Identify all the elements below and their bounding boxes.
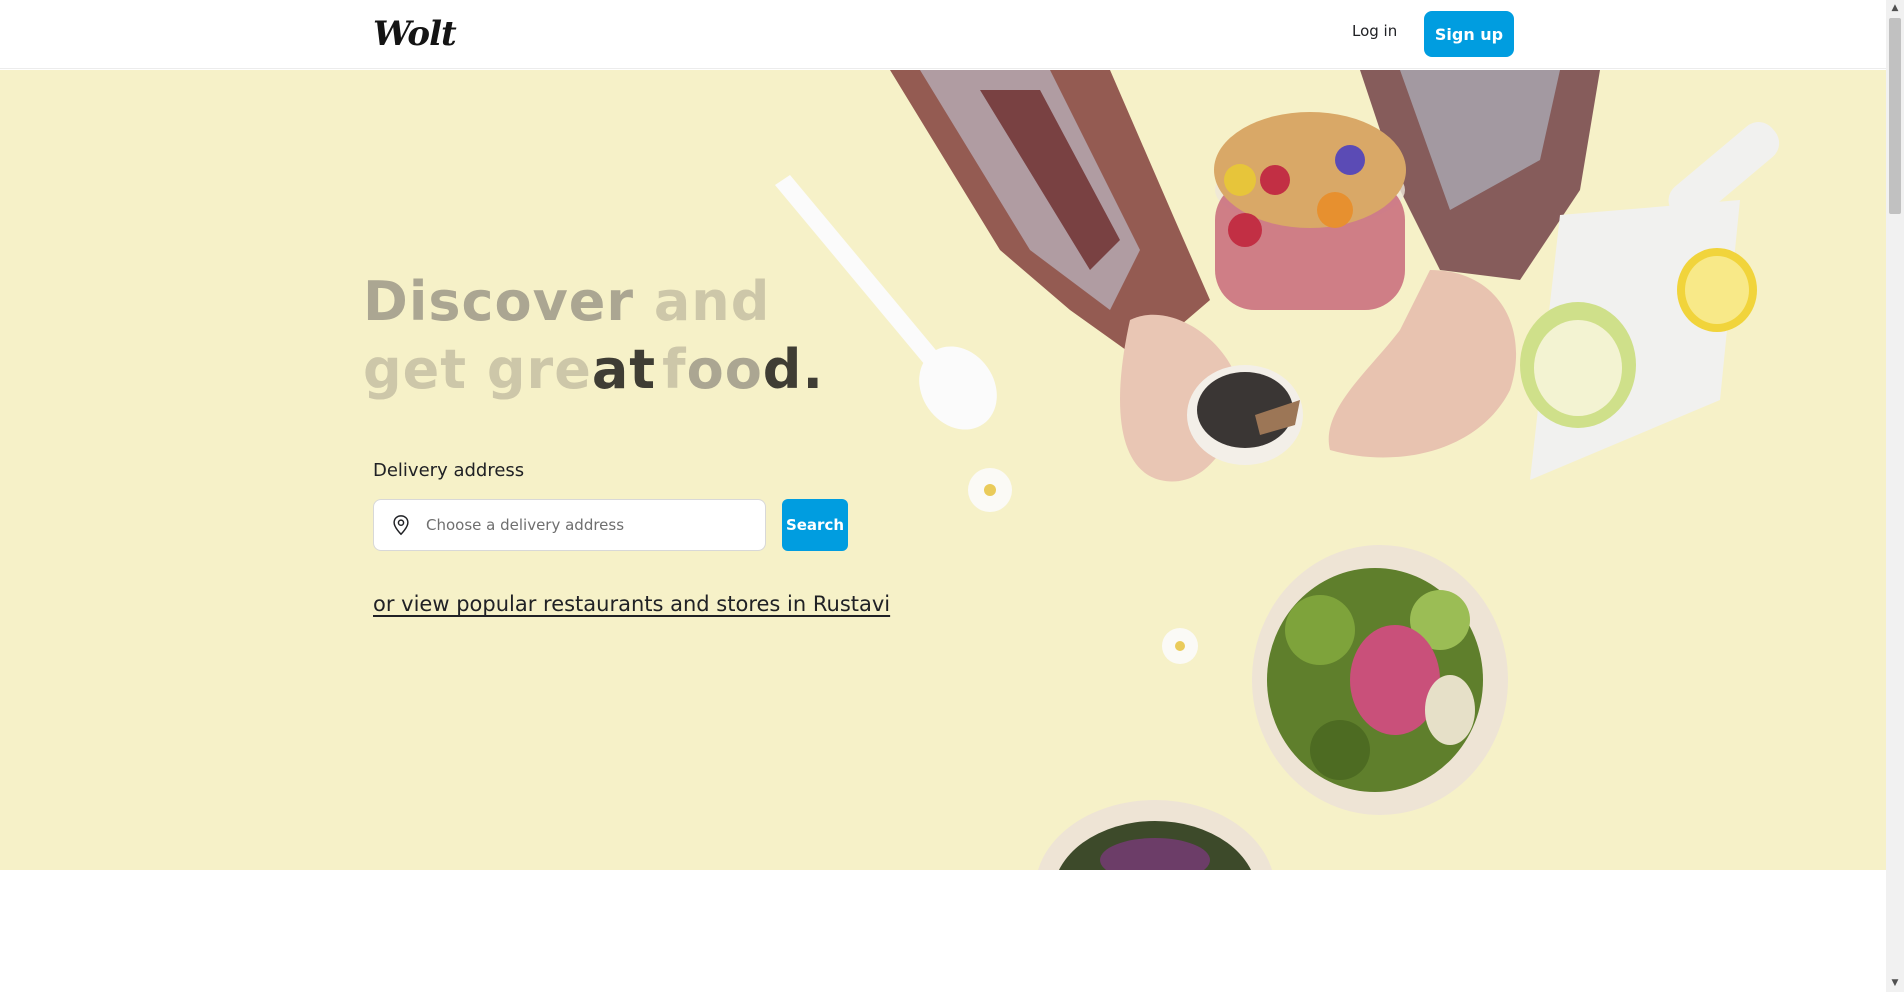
- hero-section: Discover and get great food. Delivery add…: [0, 70, 1886, 870]
- hero-food-image: [775, 70, 1780, 870]
- top-header: Wolt Log in Sign up: [0, 0, 1886, 69]
- wolt-logo[interactable]: Wolt: [373, 14, 457, 54]
- heading-word: at: [591, 338, 657, 401]
- heading-word: get: [363, 338, 468, 401]
- location-pin-icon: [393, 515, 409, 536]
- address-placeholder: Choose a delivery address: [426, 516, 625, 534]
- heading-word: and: [653, 270, 771, 333]
- popular-restaurants-link[interactable]: or view popular restaurants and stores i…: [373, 592, 890, 616]
- heading-word: gre: [486, 338, 592, 401]
- delivery-address-label: Delivery address: [373, 460, 525, 481]
- heading-word: Discover: [363, 270, 635, 333]
- scroll-thumb[interactable]: [1889, 18, 1901, 214]
- delivery-address-input[interactable]: Choose a delivery address: [373, 499, 766, 551]
- hero-heading-line-2: get great food.: [363, 338, 824, 401]
- hero-heading-line-1: Discover and: [363, 270, 770, 333]
- login-link[interactable]: Log in: [1352, 22, 1397, 40]
- search-button[interactable]: Search: [782, 499, 848, 551]
- signup-button[interactable]: Sign up: [1424, 11, 1514, 57]
- scroll-down-arrow-icon[interactable]: ▼: [1886, 975, 1904, 992]
- heading-word: f: [662, 338, 687, 401]
- heading-word: oo: [686, 338, 763, 401]
- heading-word: d.: [762, 338, 824, 401]
- scroll-up-arrow-icon[interactable]: ▲: [1886, 0, 1904, 17]
- page-scrollbar[interactable]: ▲ ▼: [1886, 0, 1904, 992]
